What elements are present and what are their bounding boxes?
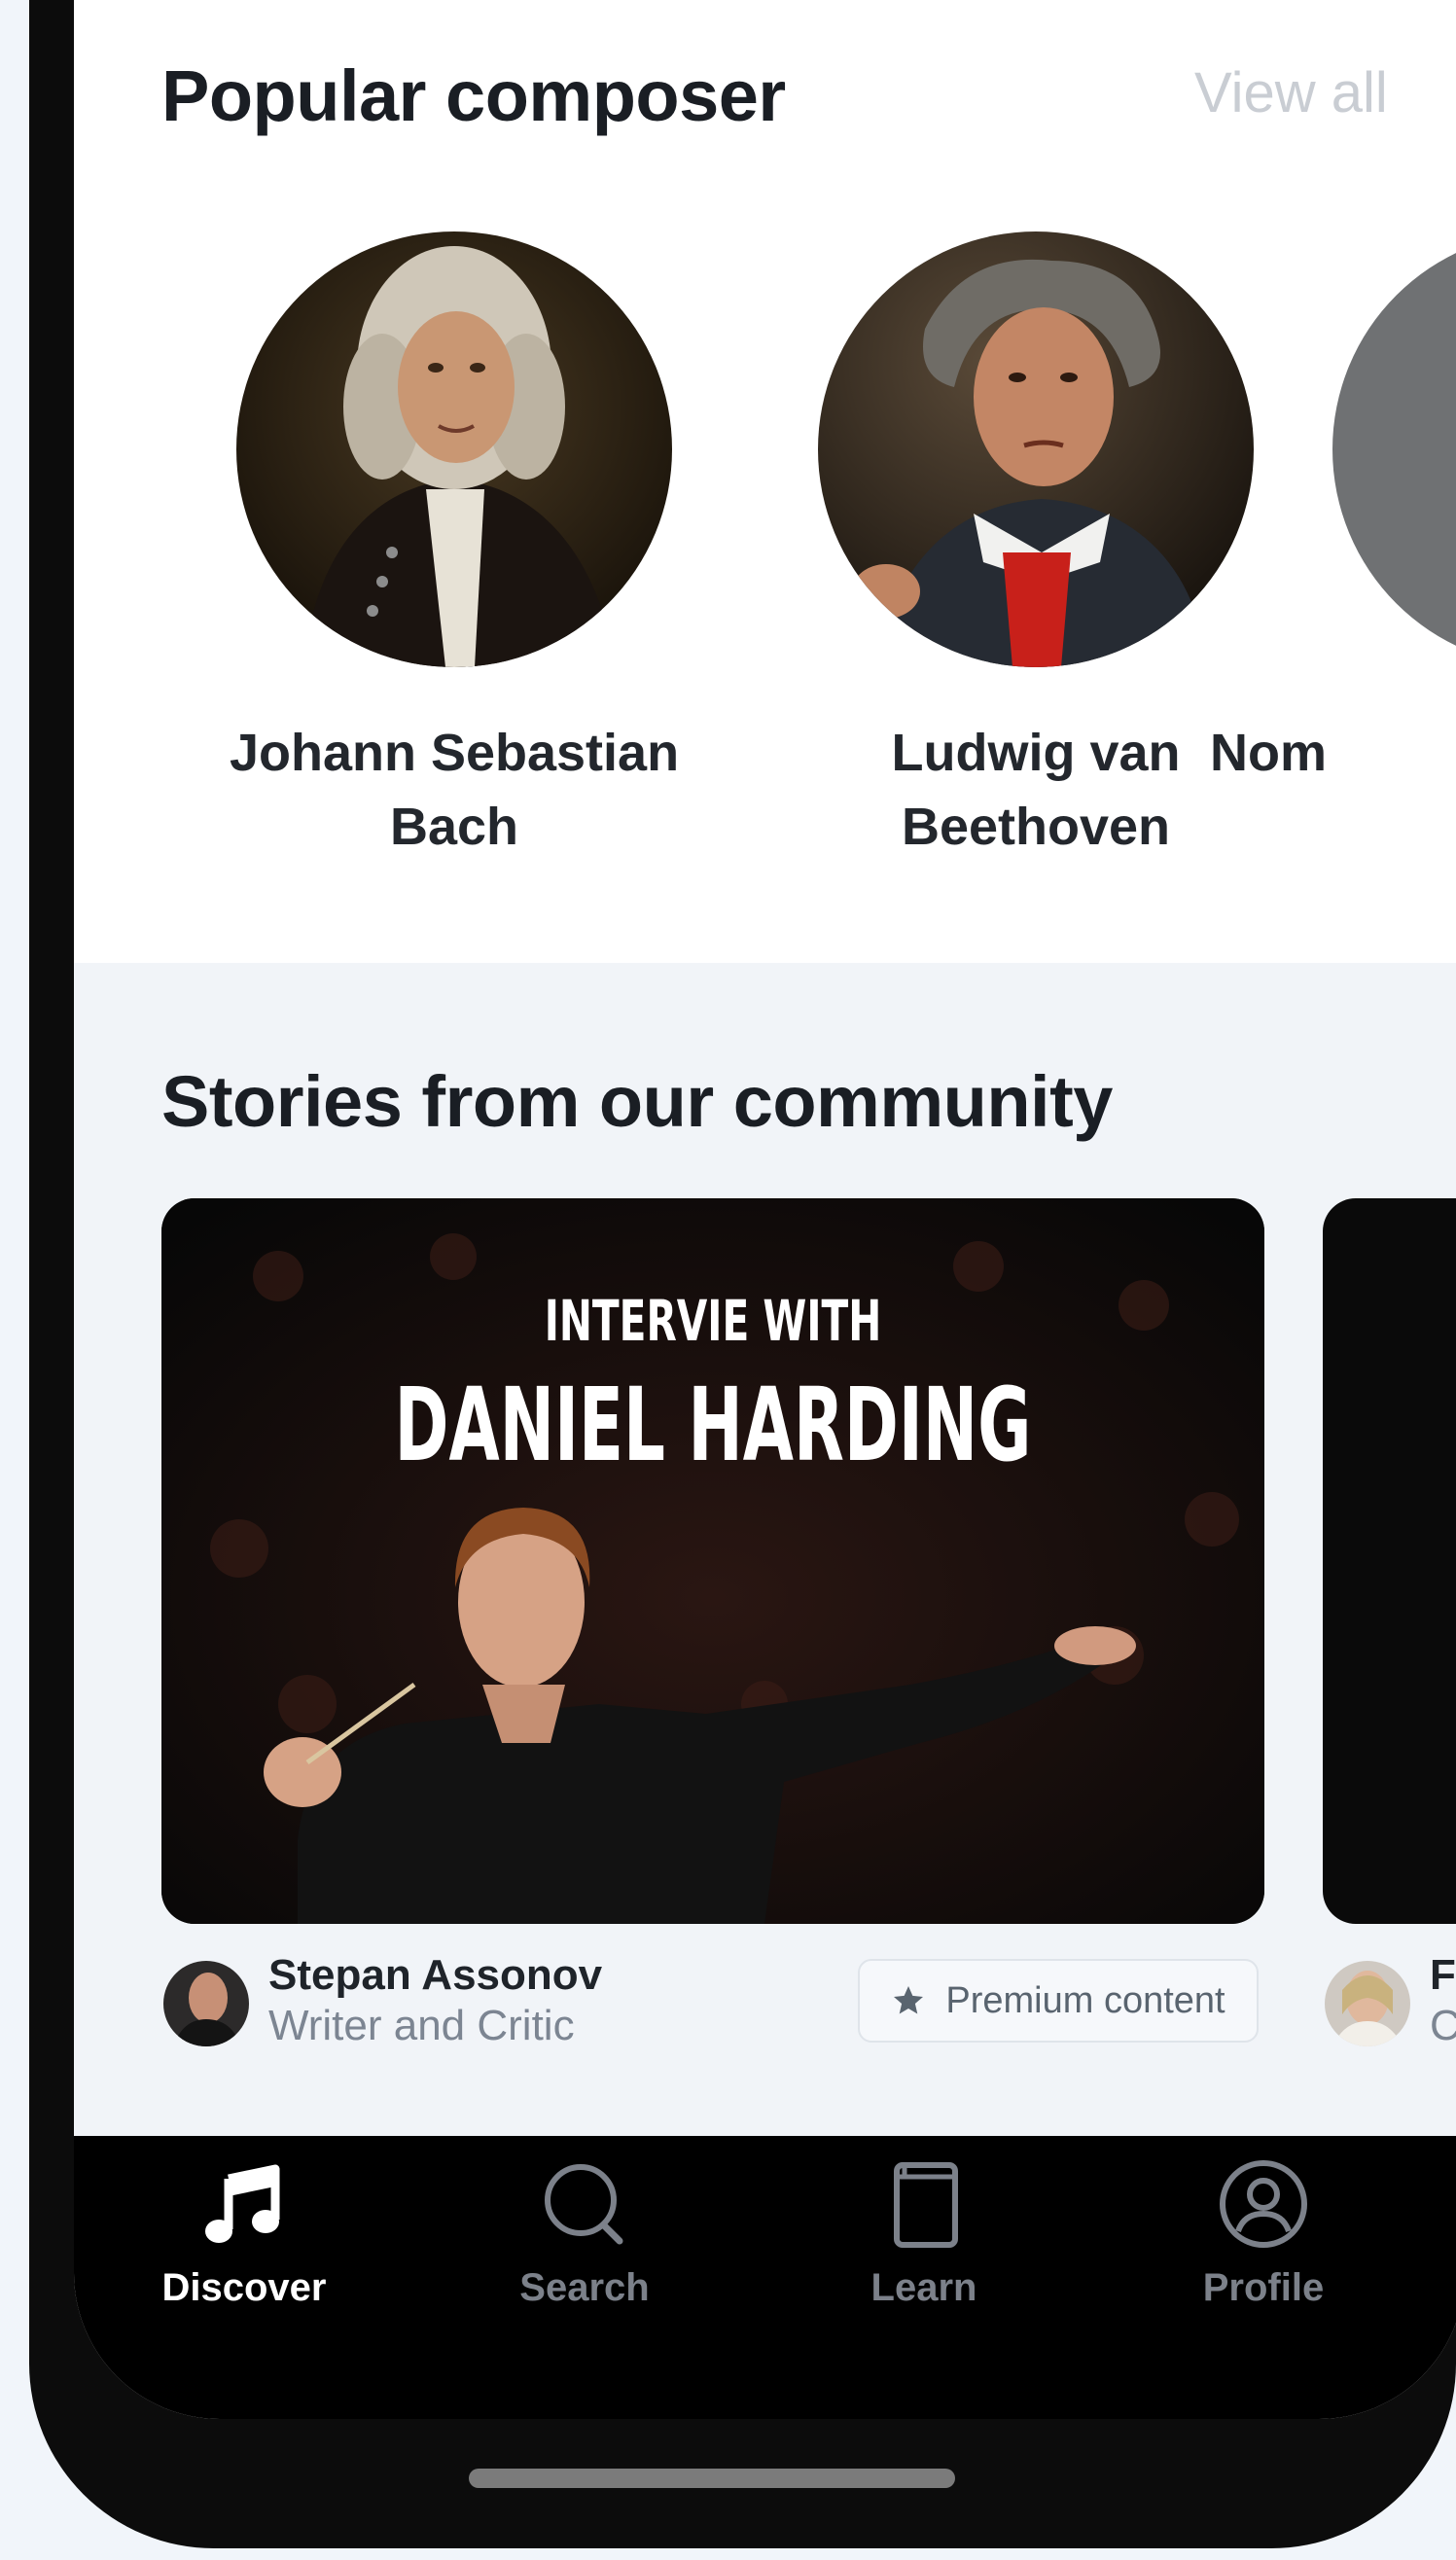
bottom-tab-bar: Discover Search Learn Profile [74, 2136, 1456, 2419]
composer-name: Johann Sebastian Bach [229, 724, 680, 856]
book-icon [894, 2162, 958, 2248]
beethoven-portrait-avatar [818, 231, 1254, 667]
author-role: Writer and Critic [268, 2002, 575, 2049]
app-screen: Popular composer View all Johann Sebasti… [74, 0, 1456, 2419]
profile-icon [1220, 2160, 1307, 2248]
tab-learn[interactable]: Learn [798, 2157, 1050, 2310]
composer-card-partial[interactable]: Nom [1210, 231, 1456, 790]
tab-search[interactable]: Search [458, 2157, 711, 2310]
author-avatar-partial [1325, 1961, 1410, 2046]
composer-avatar-partial [1332, 231, 1456, 667]
author-avatar [163, 1961, 249, 2046]
star-icon [894, 1986, 924, 2014]
tab-label: Profile [1202, 2266, 1325, 2309]
story-card-daniel-harding[interactable]: INTERVIE WITH DANIEL HARDING [161, 1198, 1264, 1924]
stories-title: Stories from our community [161, 1061, 1113, 1142]
bach-portrait-avatar [236, 231, 672, 667]
view-all-link[interactable]: View all [1194, 60, 1388, 125]
phone-frame: Popular composer View all Johann Sebasti… [29, 0, 1456, 2548]
author-name-partial: Fr [1430, 1951, 1456, 1999]
music-note-icon [205, 2164, 280, 2243]
composer-card-bach[interactable]: Johann Sebastian Bach [182, 231, 727, 864]
author-name: Stepan Assonov [268, 1951, 603, 1999]
premium-content-badge[interactable]: Premium content [858, 1959, 1259, 2043]
tab-label: Search [519, 2266, 650, 2309]
story-headline-line1: INTERVIE WITH [544, 1288, 882, 1354]
tab-profile[interactable]: Profile [1137, 2157, 1390, 2310]
composer-name: Nom [1210, 724, 1327, 782]
popular-composer-title: Popular composer [161, 55, 786, 136]
home-indicator[interactable] [469, 2469, 955, 2488]
search-icon [545, 2164, 623, 2245]
story-card-partial[interactable] [1323, 1198, 1456, 1924]
premium-label: Premium content [945, 1979, 1225, 2021]
tab-label: Discover [161, 2266, 327, 2309]
tab-discover[interactable]: Discover [118, 2157, 371, 2310]
tab-label: Learn [870, 2266, 977, 2309]
story-headline-line2: DANIEL HARDING [394, 1366, 1032, 1484]
author-role-partial: C [1430, 2002, 1456, 2049]
